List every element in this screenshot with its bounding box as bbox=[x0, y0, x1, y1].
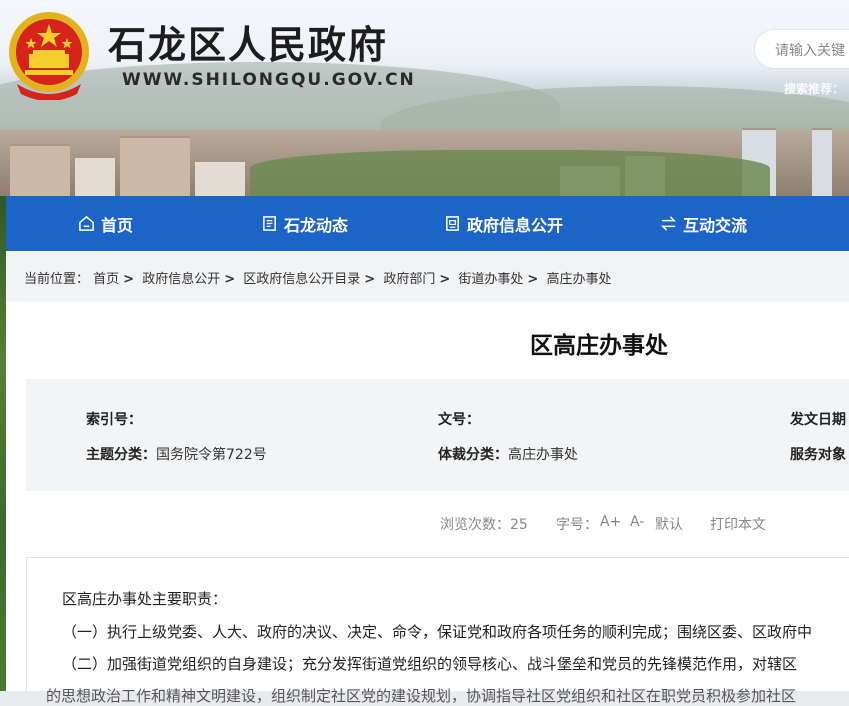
header-banner: 石龙区人民政府 WWW.SHILONGQU.GOV.CN 请输入关键 搜索推荐： bbox=[0, 0, 849, 196]
meta-value: 国务院令第722号 bbox=[156, 447, 267, 463]
nav-item-shilong-news[interactable]: 石龙动态 bbox=[261, 196, 348, 251]
meta-label: 文号： bbox=[438, 412, 480, 428]
article-container: 区高庄办事处 索引号： 文号： 发文日期 主题分类：国务院令第722号 体裁分类… bbox=[6, 302, 849, 705]
article-paragraph: 区高庄办事处主要职责： bbox=[62, 590, 228, 608]
document-icon bbox=[446, 216, 459, 231]
breadcrumb: 当前位置： 首页 > 政府信息公开 > 区政府信息公开目录 > 政府部门 > 街道办事处… bbox=[24, 272, 612, 287]
nav-item-gov-info[interactable]: 政府信息公开 bbox=[444, 196, 563, 251]
meta-label: 索引号： bbox=[86, 412, 142, 428]
nav-item-home[interactable]: 首页 bbox=[78, 196, 133, 251]
font-smaller-button[interactable]: A- bbox=[630, 514, 644, 530]
home-icon bbox=[79, 215, 94, 231]
breadcrumb-bar: 当前位置： 首页 > 政府信息公开 > 区政府信息公开目录 > 政府部门 > 街道办事处… bbox=[6, 251, 849, 302]
breadcrumb-link[interactable]: 首页 bbox=[93, 272, 119, 287]
breadcrumb-link[interactable]: 街道办事处 bbox=[458, 272, 523, 287]
nav-item-label: 政府信息公开 bbox=[467, 215, 564, 235]
national-emblem-logo bbox=[7, 8, 91, 101]
meta-label: 发文日期 bbox=[790, 412, 846, 428]
meta-value: 高庄办事处 bbox=[508, 447, 578, 463]
font-default-button[interactable]: 默认 bbox=[655, 514, 683, 534]
page-title: 区高庄办事处 bbox=[530, 333, 668, 359]
meta-date: 发文日期 bbox=[790, 409, 846, 429]
meta-audience: 服务对象 bbox=[790, 444, 846, 464]
font-larger-button[interactable]: A+ bbox=[600, 514, 621, 530]
meta-index-no: 索引号： bbox=[86, 409, 142, 429]
breadcrumb-link[interactable]: 高庄办事处 bbox=[546, 272, 611, 287]
breadcrumb-label: 当前位置： bbox=[24, 272, 90, 287]
meta-label: 主题分类： bbox=[86, 447, 156, 463]
hot-search-label: 搜索推荐： bbox=[784, 82, 845, 96]
breadcrumb-link[interactable]: 区政府信息公开目录 bbox=[243, 272, 360, 287]
view-count-label: 浏览次数： bbox=[440, 517, 510, 533]
meta-genre: 体裁分类：高庄办事处 bbox=[438, 444, 578, 464]
article-paragraph: （一）执行上级党委、人大、政府的决议、决定、命令，保证党和政府各项任务的顺利完成… bbox=[62, 623, 813, 641]
breadcrumb-link[interactable]: 政府部门 bbox=[383, 272, 435, 287]
meta-label: 服务对象 bbox=[790, 447, 846, 463]
meta-doc-no: 文号： bbox=[438, 409, 480, 429]
site-url: WWW.SHILONGQU.GOV.CN bbox=[122, 70, 416, 90]
search-placeholder: 请输入关键 bbox=[775, 43, 845, 59]
nav-item-interaction[interactable]: 互动交流 bbox=[660, 196, 747, 251]
article-meta-panel: 索引号： 文号： 发文日期 主题分类：国务院令第722号 体裁分类：高庄办事处 … bbox=[26, 379, 849, 491]
exchange-icon bbox=[661, 216, 676, 231]
main-nav: 首页 石龙动态 政府信息公开 互动交流 bbox=[6, 196, 849, 251]
nav-item-label: 石龙动态 bbox=[284, 215, 349, 235]
font-size-label: 字号： bbox=[556, 517, 598, 533]
news-icon bbox=[263, 216, 276, 231]
print-button[interactable]: 打印本文 bbox=[710, 514, 766, 534]
article-paragraph: （二）加强街道党组织的自身建设；充分发挥街道党组织的领导核心、战斗堡垒和党员的先… bbox=[62, 655, 798, 673]
view-count-value: 25 bbox=[510, 517, 528, 533]
breadcrumb-link[interactable]: 政府信息公开 bbox=[142, 272, 220, 287]
nav-item-label: 互动交流 bbox=[683, 215, 748, 235]
meta-label: 体裁分类： bbox=[438, 447, 508, 463]
article-paragraph: 的思想政治工作和精神文明建设，组织制定社区党的建设规划，协调指导社区党组织和社区… bbox=[46, 687, 797, 705]
view-count: 浏览次数：25 bbox=[440, 514, 528, 534]
meta-subject: 主题分类：国务院令第722号 bbox=[86, 444, 267, 464]
search-input[interactable]: 请输入关键 bbox=[755, 30, 849, 68]
banner-trees bbox=[250, 150, 770, 196]
site-title: 石龙区人民政府 bbox=[108, 23, 389, 67]
nav-item-label: 首页 bbox=[101, 215, 134, 235]
